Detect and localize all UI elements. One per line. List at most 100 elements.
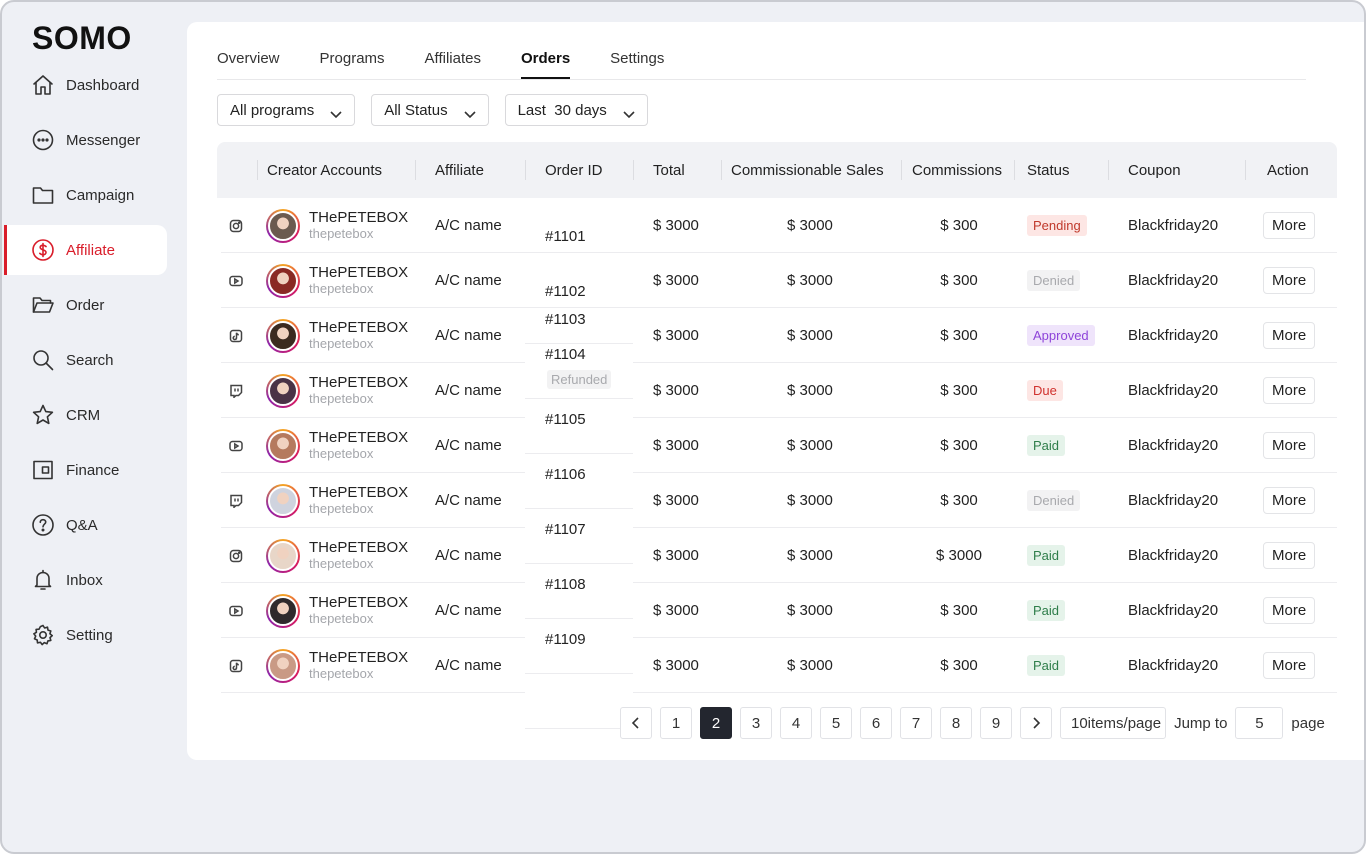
chevron-right-icon bbox=[1033, 717, 1041, 729]
order-id-divider bbox=[525, 673, 633, 674]
creator-account[interactable]: THePETEBOX thepetebox bbox=[309, 308, 408, 363]
column-divider bbox=[633, 160, 634, 180]
status-filter[interactable]: All Status bbox=[371, 94, 489, 126]
sidebar-item-label: Dashboard bbox=[66, 76, 140, 94]
creator-name: THePETEBOX bbox=[309, 373, 409, 391]
more-button[interactable]: More bbox=[1263, 322, 1316, 349]
program-filter[interactable]: All programs bbox=[217, 94, 356, 126]
tab-bar: Overview Programs Affiliates Orders Settings bbox=[217, 50, 1306, 80]
page-button[interactable]: 8 bbox=[940, 707, 972, 739]
more-button[interactable]: More bbox=[1263, 267, 1316, 294]
more-button[interactable]: More bbox=[1263, 212, 1316, 239]
more-button[interactable]: More bbox=[1263, 432, 1316, 459]
status-badge: Denied bbox=[1027, 270, 1081, 291]
more-button[interactable]: More bbox=[1263, 542, 1316, 569]
page-button[interactable]: 5 bbox=[820, 707, 852, 739]
jump-to-input[interactable] bbox=[1235, 707, 1284, 739]
creator-account[interactable]: THePETEBOX thepetebox bbox=[309, 473, 408, 528]
creator-account[interactable]: THePETEBOX thepetebox bbox=[309, 583, 408, 638]
creator-account[interactable]: THePETEBOX thepetebox bbox=[309, 418, 408, 473]
order-id[interactable]: #1103 bbox=[545, 311, 586, 328]
sidebar-item-dashboard[interactable]: Dashboard bbox=[4, 60, 167, 110]
tab-orders[interactable]: Orders bbox=[520, 50, 571, 79]
sidebar-item-search[interactable]: Search bbox=[4, 335, 167, 385]
tab-settings[interactable]: Settings bbox=[610, 50, 664, 79]
items-per-page-select[interactable]: 10items/page bbox=[1060, 707, 1167, 739]
page-button[interactable]: 9 bbox=[980, 707, 1012, 739]
instagram-icon bbox=[229, 528, 245, 583]
order-id[interactable]: #1109 bbox=[545, 631, 586, 648]
commissionable-sales: $ 3000 bbox=[787, 492, 833, 509]
order-id[interactable]: #1107 bbox=[545, 521, 586, 538]
avatar bbox=[266, 429, 300, 463]
sidebar-item-setting[interactable]: Setting bbox=[4, 610, 167, 660]
creator-name: THePETEBOX bbox=[309, 648, 409, 666]
creator-account[interactable]: THePETEBOX thepetebox bbox=[309, 363, 408, 418]
next-page-button[interactable] bbox=[1020, 707, 1052, 739]
order-id[interactable]: #1105 bbox=[545, 411, 586, 428]
tab-programs[interactable]: Programs bbox=[320, 50, 385, 79]
creator-name: THePETEBOX bbox=[309, 593, 409, 611]
sidebar-item-affiliate[interactable]: Affiliate bbox=[4, 225, 167, 275]
order-id-divider bbox=[525, 618, 633, 619]
creator-name: THePETEBOX bbox=[309, 483, 409, 501]
prev-page-button[interactable] bbox=[620, 707, 652, 739]
page-button[interactable]: 6 bbox=[860, 707, 892, 739]
coupon-code: Blackfriday20 bbox=[1128, 327, 1219, 344]
commissionable-sales: $ 3000 bbox=[787, 437, 833, 454]
period-filter[interactable]: Last 30 days bbox=[504, 94, 648, 126]
order-id[interactable]: #1101 bbox=[545, 228, 586, 245]
status-cell: Due bbox=[1027, 363, 1063, 418]
page-button[interactable]: 2 bbox=[700, 707, 732, 739]
creator-account[interactable]: THePETEBOX thepetebox bbox=[309, 198, 408, 253]
creator-account[interactable]: THePETEBOX thepetebox bbox=[309, 638, 408, 693]
sidebar-item-order[interactable]: Order bbox=[4, 280, 167, 330]
commission-amount: $ 300 bbox=[940, 327, 978, 344]
sidebar-item-label: Search bbox=[66, 351, 114, 369]
status-cell: Denied bbox=[1027, 253, 1081, 308]
order-id[interactable]: #1106 bbox=[545, 466, 586, 483]
sidebar-item-crm[interactable]: CRM bbox=[4, 390, 167, 440]
more-button[interactable]: More bbox=[1263, 597, 1316, 624]
commissionable-sales: $ 3000 bbox=[787, 602, 833, 619]
more-button[interactable]: More bbox=[1263, 487, 1316, 514]
commissionable-sales: $ 3000 bbox=[787, 217, 833, 234]
page-button[interactable]: 4 bbox=[780, 707, 812, 739]
sidebar-item-finance[interactable]: Finance bbox=[4, 445, 167, 495]
tiktok-icon bbox=[229, 638, 245, 693]
sidebar-item-inbox[interactable]: Inbox bbox=[4, 555, 167, 605]
sidebar-item-label: Inbox bbox=[66, 571, 103, 589]
table-row: THePETEBOX thepetebox A/C name $ 3000 $ 3000… bbox=[217, 473, 1337, 528]
sidebar-item-campaign[interactable]: Campaign bbox=[4, 170, 167, 220]
more-button[interactable]: More bbox=[1263, 377, 1316, 404]
more-button[interactable]: More bbox=[1263, 652, 1316, 679]
tab-overview[interactable]: Overview bbox=[217, 50, 280, 79]
sidebar-item-q-a[interactable]: Q&A bbox=[4, 500, 167, 550]
order-id[interactable]: #1108 bbox=[545, 576, 586, 593]
creator-account[interactable]: THePETEBOX thepetebox bbox=[309, 253, 408, 308]
column-header: Coupon bbox=[1128, 161, 1181, 179]
period-filter-label: Last 30 days bbox=[517, 101, 607, 119]
sidebar-item-label: Finance bbox=[66, 461, 120, 479]
avatar bbox=[266, 374, 300, 408]
sidebar-item-label: Affiliate bbox=[66, 241, 115, 259]
tab-affiliates[interactable]: Affiliates bbox=[425, 50, 481, 79]
column-divider bbox=[1245, 160, 1246, 180]
avatar bbox=[266, 649, 300, 683]
sidebar-item-messenger[interactable]: Messenger bbox=[4, 115, 167, 165]
order-total: $ 3000 bbox=[653, 382, 699, 399]
page-button[interactable]: 7 bbox=[900, 707, 932, 739]
column-divider bbox=[901, 160, 902, 180]
open-folder-icon bbox=[30, 292, 56, 318]
order-id-divider bbox=[525, 453, 633, 454]
commission-amount: $ 300 bbox=[940, 437, 978, 454]
youtube-icon bbox=[229, 253, 245, 308]
creator-account[interactable]: THePETEBOX thepetebox bbox=[309, 528, 408, 583]
page-button[interactable]: 3 bbox=[740, 707, 772, 739]
order-total: $ 3000 bbox=[653, 437, 699, 454]
page-button[interactable]: 1 bbox=[660, 707, 692, 739]
affiliate-name: A/C name bbox=[435, 547, 502, 564]
order-id[interactable]: #1104 bbox=[545, 346, 586, 363]
sidebar-nav: Dashboard Messenger Campaign Affiliate Order… bbox=[4, 60, 167, 665]
order-id[interactable]: #1102 bbox=[545, 283, 586, 300]
